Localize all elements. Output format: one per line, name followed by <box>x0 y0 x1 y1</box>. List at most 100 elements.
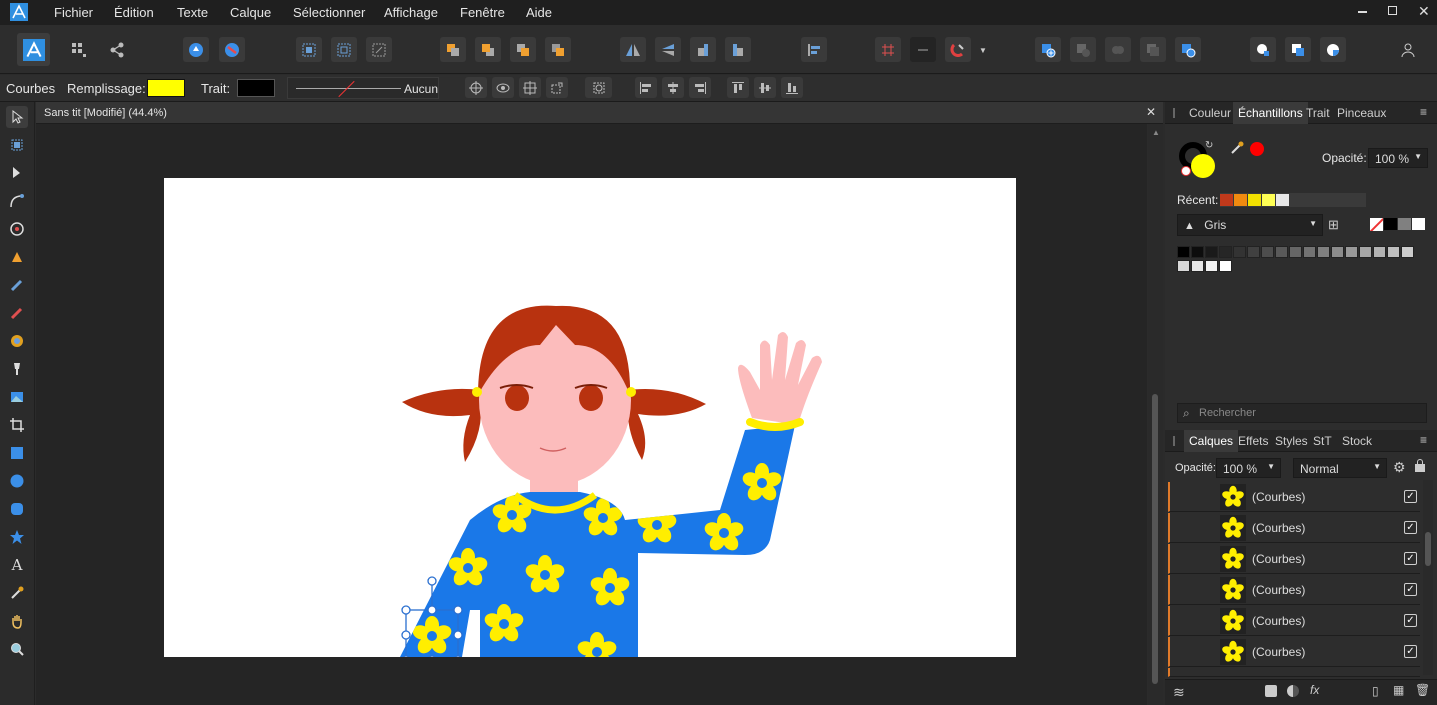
show-rotation-icon[interactable] <box>492 77 514 98</box>
layer-row[interactable]: (Courbes) ✓ <box>1168 513 1420 543</box>
account-icon[interactable] <box>1395 37 1421 62</box>
export-persona-icon[interactable] <box>104 37 130 62</box>
grey-swatch[interactable] <box>1219 246 1232 258</box>
grey-swatch[interactable] <box>1345 246 1358 258</box>
intersect-icon[interactable] <box>1105 37 1131 62</box>
grey-swatch[interactable] <box>1233 246 1246 258</box>
tab-pinceaux[interactable]: Pinceaux <box>1337 106 1386 120</box>
flip-horizontal-icon[interactable] <box>620 37 646 62</box>
tab-couleur[interactable]: Couleur <box>1189 106 1231 120</box>
pixel-persona-icon[interactable] <box>66 37 92 62</box>
grey-swatch[interactable] <box>1303 246 1316 258</box>
grey-swatch[interactable] <box>1359 246 1372 258</box>
none-swatch[interactable] <box>1370 218 1383 231</box>
add-pixel-layer-icon[interactable]: ▦ <box>1393 683 1404 697</box>
convert-icon[interactable] <box>546 77 568 98</box>
menu-fenetre[interactable]: Fenêtre <box>460 5 505 20</box>
grey-swatch[interactable] <box>1401 246 1414 258</box>
snapping-dropdown-icon[interactable]: ▼ <box>979 46 987 55</box>
grey-swatch[interactable] <box>1373 246 1386 258</box>
insert-behind-icon[interactable] <box>1285 37 1311 62</box>
snapping-icon[interactable] <box>875 37 901 62</box>
node-tool-icon[interactable] <box>6 162 28 184</box>
hand-tool-icon[interactable] <box>6 610 28 632</box>
palette-menu-icon[interactable]: ⊞ <box>1328 217 1339 233</box>
align-bottom-icon[interactable] <box>781 77 803 98</box>
menu-calque[interactable]: Calque <box>230 5 271 20</box>
fill-swatch[interactable] <box>147 79 185 97</box>
scroll-up-icon[interactable]: ▲ <box>1152 128 1160 137</box>
stroke-swatch[interactable] <box>237 79 275 97</box>
layer-visibility-checkbox[interactable]: ✓ <box>1404 645 1417 658</box>
grey-swatch[interactable] <box>1205 246 1218 258</box>
rotate-left-icon[interactable] <box>690 37 716 62</box>
select-box-icon[interactable] <box>366 37 392 62</box>
tab-trait[interactable]: Trait <box>1306 106 1330 120</box>
star-tool-icon[interactable] <box>6 526 28 548</box>
menu-aide[interactable]: Aide <box>526 5 552 20</box>
layer-row[interactable]: (Courbes) ✓ <box>1168 544 1420 574</box>
corner-tool-icon[interactable] <box>6 190 28 212</box>
artboard[interactable] <box>164 178 1016 657</box>
grey-swatch[interactable] <box>1289 246 1302 258</box>
grey-swatch[interactable] <box>1331 246 1344 258</box>
layers-scroll-thumb[interactable] <box>1425 532 1431 566</box>
layer-visibility-checkbox[interactable]: ✓ <box>1404 490 1417 503</box>
insert-top-icon[interactable] <box>1320 37 1346 62</box>
black-swatch[interactable] <box>1384 218 1397 230</box>
snapping-grid-icon[interactable] <box>296 37 322 62</box>
align-icon[interactable] <box>801 37 827 62</box>
subtract-icon[interactable] <box>1070 37 1096 62</box>
arrange-front-icon[interactable] <box>545 37 571 62</box>
recent-swatch[interactable] <box>1234 194 1247 206</box>
transform-origin-ctx-icon[interactable] <box>465 77 487 98</box>
grey-swatch[interactable] <box>1177 260 1190 272</box>
pencil-tool-icon[interactable] <box>6 274 28 296</box>
zoom-tool-icon[interactable] <box>6 638 28 660</box>
menu-edition[interactable]: Édition <box>114 5 154 20</box>
align-right-icon[interactable] <box>689 77 711 98</box>
add-shape-icon[interactable] <box>1035 37 1061 62</box>
grey-swatch[interactable] <box>1398 218 1411 230</box>
adjustment-icon[interactable] <box>1287 685 1299 697</box>
scroll-thumb[interactable] <box>1152 394 1158 684</box>
swatch-search-input[interactable]: ⌕ Rechercher <box>1177 403 1427 423</box>
assistant-icon[interactable] <box>183 37 209 62</box>
tab-calques[interactable]: Calques <box>1184 430 1239 452</box>
preferences-icon[interactable] <box>219 37 245 62</box>
fx-icon[interactable]: fx <box>1310 683 1319 697</box>
menu-texte[interactable]: Texte <box>177 5 208 20</box>
stroke-style-picker[interactable]: Aucun <box>287 77 439 99</box>
grey-swatch[interactable] <box>1205 260 1218 272</box>
layer-visibility-checkbox[interactable]: ✓ <box>1404 583 1417 596</box>
tab-stt[interactable]: StT <box>1313 434 1332 448</box>
rounded-rectangle-tool-icon[interactable] <box>6 498 28 520</box>
rotate-right-icon[interactable] <box>725 37 751 62</box>
pen-tool-icon[interactable] <box>6 246 28 268</box>
blend-mode-dropdown[interactable]: Normal ▼ <box>1293 458 1387 478</box>
align-left-icon[interactable] <box>635 77 657 98</box>
layer-row[interactable]: (Courbes) ✓ <box>1168 637 1420 667</box>
color-picker-tool-icon[interactable] <box>6 582 28 604</box>
text-tool-icon[interactable]: A <box>6 554 28 576</box>
place-image-tool-icon[interactable] <box>6 386 28 408</box>
grey-swatch[interactable] <box>1275 246 1288 258</box>
point-transform-tool-icon[interactable] <box>6 218 28 240</box>
menu-fichier[interactable]: Fichier <box>54 5 93 20</box>
vector-brush-tool-icon[interactable] <box>6 302 28 324</box>
delete-layer-icon[interactable]: 🗑 <box>1415 683 1430 697</box>
recent-swatch[interactable] <box>1276 194 1289 206</box>
girl-illustration[interactable] <box>164 178 1016 657</box>
close-window-icon[interactable]: ✕ <box>1418 3 1430 20</box>
swatch-opacity-dropdown[interactable]: 100 % ▼ <box>1368 148 1428 168</box>
layers-scrollbar[interactable] <box>1423 480 1433 675</box>
transparency-tool-icon[interactable] <box>6 358 28 380</box>
move-tool-icon[interactable] <box>6 106 28 128</box>
magnet-icon[interactable] <box>945 37 971 62</box>
align-top-icon[interactable] <box>727 77 749 98</box>
ellipse-tool-icon[interactable] <box>6 470 28 492</box>
fill-tool-icon[interactable] <box>6 330 28 352</box>
transform-origin-icon[interactable] <box>331 37 357 62</box>
force-pixel-icon[interactable] <box>910 37 936 62</box>
recent-swatch[interactable] <box>1248 194 1261 206</box>
